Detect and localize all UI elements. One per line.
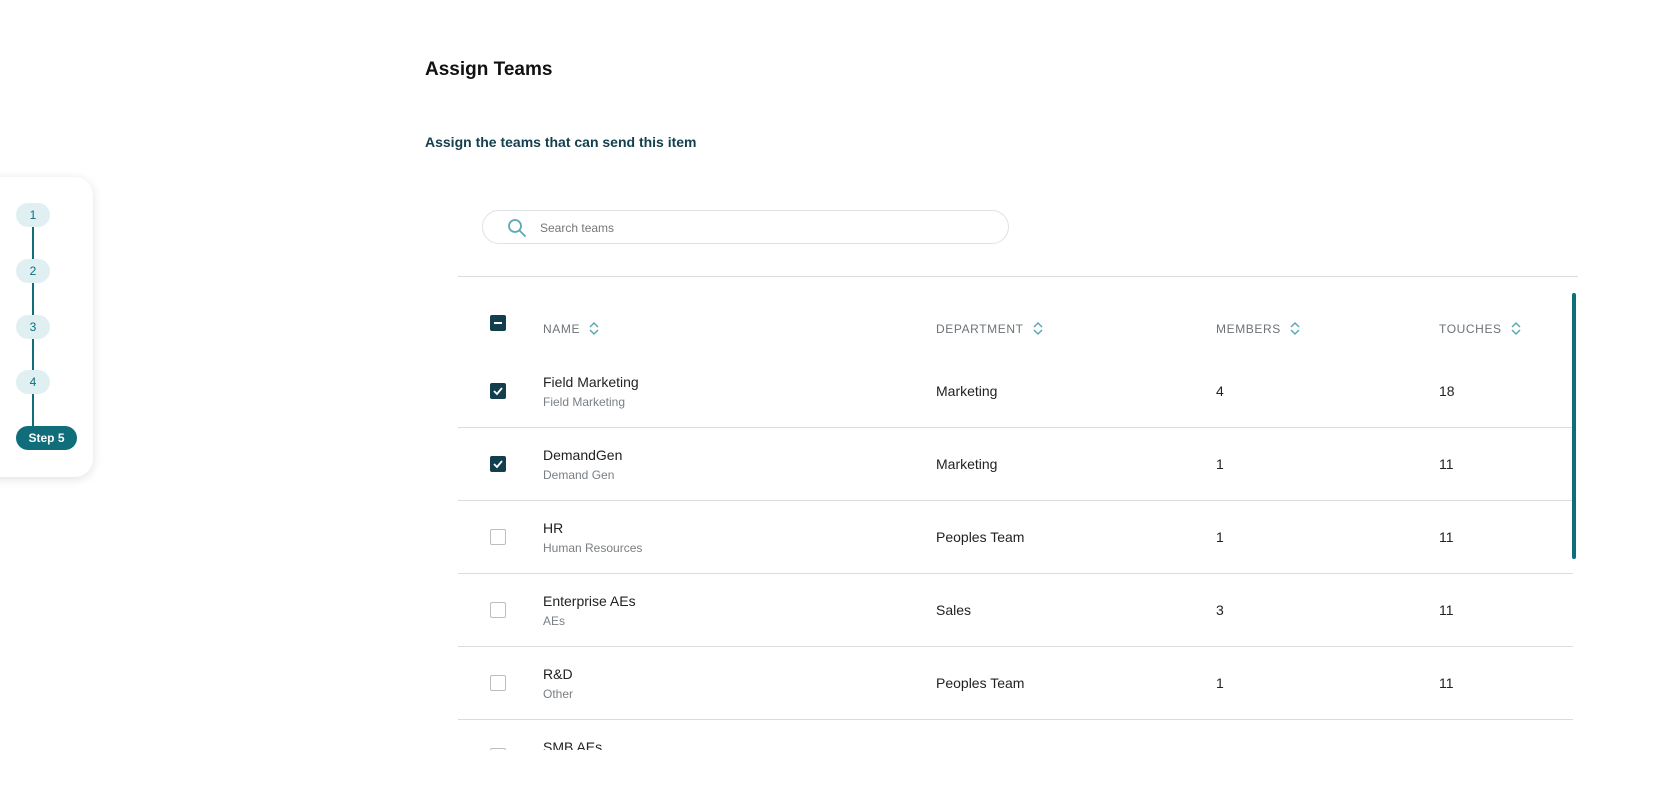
row-checkbox[interactable] — [490, 748, 506, 750]
team-touches: 11 — [1439, 675, 1454, 691]
team-subname: AEs — [543, 614, 566, 628]
team-name-cell: Enterprise AEs AEs — [543, 593, 636, 628]
sort-icon[interactable] — [589, 321, 599, 336]
table-row[interactable]: Field Marketing Field Marketing Marketin… — [458, 355, 1573, 428]
header-name[interactable]: NAME — [543, 321, 599, 336]
row-checkbox[interactable] — [490, 456, 506, 472]
row-checkbox[interactable] — [490, 675, 506, 691]
divider — [458, 276, 1578, 277]
step-2[interactable]: 2 — [16, 259, 50, 283]
team-touches: 11 — [1439, 529, 1454, 545]
team-subname: Demand Gen — [543, 468, 615, 482]
header-touches[interactable]: TOUCHES — [1439, 321, 1521, 336]
assign-teams-page: 1 2 3 4 Step 5 Assign Teams Assign the t… — [0, 0, 1674, 806]
page-title: Assign Teams — [425, 59, 553, 80]
search-icon — [508, 219, 526, 237]
team-subname: Human Resources — [543, 541, 643, 555]
team-subname: Field Marketing — [543, 395, 626, 409]
search-input[interactable] — [540, 217, 980, 239]
table-scrollbar[interactable] — [1572, 293, 1576, 559]
check-icon — [493, 387, 503, 396]
team-members: 1 — [1216, 529, 1224, 545]
step-4[interactable]: 4 — [16, 370, 50, 394]
table-row[interactable]: DemandGen Demand Gen Marketing 1 11 — [458, 428, 1573, 501]
team-name-cell: SMB AEs — [543, 739, 602, 750]
step-5-active[interactable]: Step 5 — [16, 426, 77, 450]
minus-icon — [494, 322, 502, 324]
sort-icon[interactable] — [1290, 321, 1300, 336]
team-name: R&D — [543, 666, 573, 682]
team-department: Marketing — [936, 456, 998, 472]
table-row[interactable]: SMB AEs — [458, 720, 1573, 750]
team-name: SMB AEs — [543, 739, 603, 750]
team-members: 4 — [1216, 383, 1224, 399]
team-name-cell: DemandGen Demand Gen — [543, 447, 622, 482]
page-subtitle: Assign the teams that can send this item — [425, 134, 697, 150]
team-name: HR — [543, 520, 564, 536]
team-members: 1 — [1216, 675, 1224, 691]
team-name-cell: Field Marketing Field Marketing — [543, 374, 639, 409]
team-department: Marketing — [936, 383, 998, 399]
step-3[interactable]: 3 — [16, 315, 50, 339]
team-name: Field Marketing — [543, 374, 639, 390]
team-department: Sales — [936, 602, 972, 618]
row-checkbox[interactable] — [490, 602, 506, 618]
team-subname: Other — [543, 687, 574, 701]
row-checkbox[interactable] — [490, 383, 506, 399]
teams-table: NAME DEPARTMENT MEMBERS TOUCHES Field Ma… — [458, 300, 1573, 750]
team-department: Peoples Team — [936, 675, 1025, 691]
row-checkbox[interactable] — [490, 529, 506, 545]
header-department-label: DEPARTMENT — [936, 321, 1024, 336]
header-department[interactable]: DEPARTMENT — [936, 321, 1043, 336]
header-name-label: NAME — [543, 321, 581, 336]
check-icon — [493, 460, 503, 469]
team-touches: 11 — [1439, 456, 1454, 472]
header-members[interactable]: MEMBERS — [1216, 321, 1300, 336]
table-row[interactable]: R&D Other Peoples Team 1 11 — [458, 647, 1573, 720]
team-members: 3 — [1216, 602, 1224, 618]
stepper: 1 2 3 4 Step 5 — [0, 177, 93, 477]
table-row[interactable]: HR Human Resources Peoples Team 1 11 — [458, 501, 1573, 574]
table-header: NAME DEPARTMENT MEMBERS TOUCHES — [458, 300, 1573, 355]
team-department: Peoples Team — [936, 529, 1025, 545]
team-touches: 11 — [1439, 602, 1454, 618]
header-members-label: MEMBERS — [1216, 321, 1281, 336]
sort-icon[interactable] — [1511, 321, 1521, 336]
select-all-checkbox[interactable] — [490, 315, 506, 331]
team-name-cell: R&D Other — [543, 666, 573, 701]
team-members: 1 — [1216, 456, 1224, 472]
team-touches: 18 — [1439, 383, 1455, 399]
table-row[interactable]: Enterprise AEs AEs Sales 3 11 — [458, 574, 1573, 647]
step-1[interactable]: 1 — [16, 203, 50, 227]
team-name: DemandGen — [543, 447, 623, 463]
team-name: Enterprise AEs — [543, 593, 636, 609]
sort-icon[interactable] — [1033, 321, 1043, 336]
header-touches-label: TOUCHES — [1439, 321, 1502, 336]
search-box[interactable] — [482, 210, 1009, 244]
team-name-cell: HR Human Resources — [543, 520, 642, 555]
